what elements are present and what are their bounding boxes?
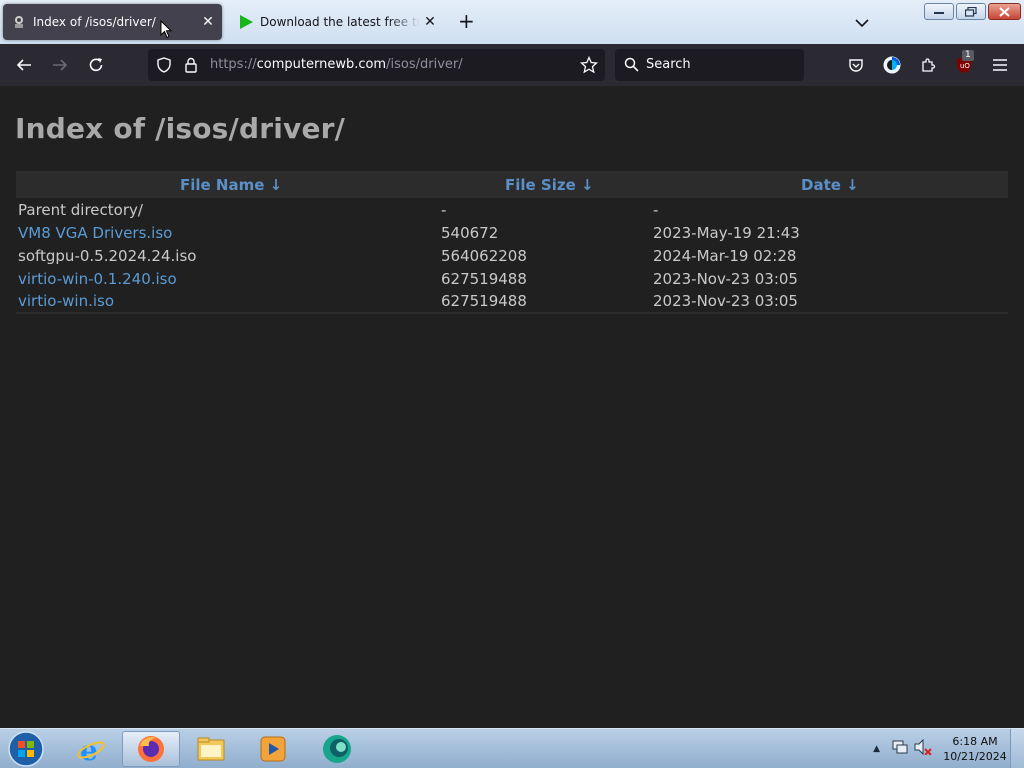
shield-icon[interactable] — [156, 57, 172, 77]
back-arrow-icon[interactable] — [12, 53, 36, 77]
file-date-cell: 2024-Mar-19 02:28 — [653, 246, 797, 265]
file-link[interactable]: virtio-win.iso — [18, 292, 114, 310]
table-row: VM8 VGA Drivers.iso 540672 2023-May-19 21:… — [16, 221, 1008, 244]
firefox-taskbar-icon[interactable] — [122, 731, 180, 767]
network-icon[interactable] — [892, 739, 908, 759]
tab-close-icon[interactable]: ✕ — [198, 14, 218, 30]
file-size-cell: 564062208 — [441, 246, 527, 265]
table-row: virtio-win-0.1.240.iso 627519488 2023-Nov-… — [16, 267, 1008, 290]
volume-muted-icon[interactable] — [914, 738, 932, 759]
tab-index-isos-driver[interactable]: Index of /isos/driver/ ✕ — [3, 4, 222, 40]
file-date-cell: 2023-May-19 21:43 — [653, 223, 800, 242]
file-size-cell: 627519488 — [439, 290, 651, 314]
file-link-visited[interactable]: softgpu-0.5.2024.24.iso — [18, 247, 196, 265]
tab-title: Index of /isos/driver/ — [33, 15, 156, 29]
new-tab-plus-icon[interactable]: + — [458, 11, 475, 31]
navigation-toolbar: https://computernewb.com/isos/driver/ Se… — [0, 44, 1024, 86]
play-favicon-icon — [238, 14, 254, 30]
file-size-cell: 540672 — [441, 223, 499, 242]
file-name-cell: Parent directory/ — [16, 198, 439, 221]
start-orb-icon[interactable] — [6, 731, 46, 767]
file-size-cell: 627519488 — [441, 269, 527, 288]
search-box[interactable]: Search — [615, 49, 804, 81]
server-favicon-icon — [11, 14, 27, 30]
search-icon — [624, 57, 639, 76]
file-link[interactable]: VM8 VGA Drivers.iso — [18, 224, 172, 242]
pocket-icon[interactable] — [844, 53, 868, 77]
file-name-cell: VM8 VGA Drivers.iso — [16, 221, 439, 244]
restore-window-icon[interactable] — [956, 3, 986, 20]
file-explorer-icon[interactable] — [182, 731, 240, 767]
teal-app-icon[interactable] — [308, 731, 366, 767]
url-text: https://computernewb.com/isos/driver/ — [210, 57, 463, 72]
file-date-cell: 2023-Nov-23 03:05 — [651, 290, 1008, 314]
tab-title: Download the latest free trial version — [260, 15, 420, 29]
show-desktop-button[interactable] — [1010, 729, 1024, 768]
clock-date: 10/21/2024 — [943, 750, 1007, 763]
table-row: virtio-win.iso 627519488 2023-Nov-23 03:05 — [16, 290, 1008, 314]
file-date-cell: - — [653, 200, 659, 219]
account-icon[interactable] — [880, 53, 904, 77]
page-content: Index of /isos/driver/ File Name ↓ File … — [0, 86, 1024, 728]
extensions-puzzle-icon[interactable] — [916, 53, 940, 77]
file-name-cell: softgpu-0.5.2024.24.iso — [16, 244, 439, 267]
show-hidden-icons-arrow-icon[interactable]: ▲ — [873, 744, 880, 754]
file-size-sort-header[interactable]: File Size ↓ — [439, 171, 651, 198]
page-title: Index of /isos/driver/ — [15, 112, 346, 145]
table-row: softgpu-0.5.2024.24.iso 564062208 2024-Mar… — [16, 244, 1008, 267]
file-date-cell: 2023-Nov-23 03:05 — [653, 269, 798, 288]
file-size-cell: - — [441, 200, 447, 219]
tab-close-icon[interactable]: ✕ — [420, 14, 440, 30]
system-tray: ▲ 6:18 AM 10/21/2024 — [873, 729, 1024, 768]
minimize-window-icon[interactable] — [924, 3, 954, 20]
address-bar[interactable]: https://computernewb.com/isos/driver/ — [148, 49, 605, 81]
table-header-row: File Name ↓ File Size ↓ Date ↓ — [16, 171, 1008, 198]
directory-listing-table: File Name ↓ File Size ↓ Date ↓ Parent di… — [16, 171, 1008, 314]
table-row: Parent directory/ - - — [16, 198, 1008, 221]
hamburger-menu-icon[interactable] — [988, 53, 1012, 77]
lock-icon[interactable] — [184, 57, 198, 77]
clock-time: 6:18 AM — [952, 735, 998, 748]
extension-badge-count: 1 — [962, 50, 974, 61]
file-link-visited[interactable]: Parent directory/ — [18, 201, 143, 219]
tab-download-trial[interactable]: Download the latest free trial version ✕ — [230, 4, 444, 40]
reload-icon[interactable] — [84, 53, 108, 77]
file-name-sort-header[interactable]: File Name ↓ — [16, 171, 439, 198]
media-player-icon[interactable] — [244, 731, 302, 767]
system-clock[interactable]: 6:18 AM 10/21/2024 — [940, 734, 1010, 764]
search-placeholder: Search — [646, 57, 691, 72]
svg-text:uO: uO — [960, 62, 970, 70]
list-all-tabs-chevron-icon[interactable] — [855, 13, 869, 32]
close-window-icon[interactable] — [988, 3, 1021, 20]
file-name-cell: virtio-win-0.1.240.iso — [16, 267, 439, 290]
date-sort-header[interactable]: Date ↓ — [651, 171, 1008, 198]
tab-strip: Index of /isos/driver/ ✕ Download the la… — [0, 0, 1024, 44]
file-name-cell: virtio-win.iso — [16, 290, 439, 314]
windows-taskbar: e ▲ 6:18 AM 10/21/2024 — [0, 728, 1024, 768]
forward-arrow-icon[interactable] — [48, 53, 72, 77]
bookmark-star-icon[interactable] — [579, 55, 599, 78]
internet-explorer-icon[interactable]: e — [62, 731, 120, 767]
file-link[interactable]: virtio-win-0.1.240.iso — [18, 270, 177, 288]
